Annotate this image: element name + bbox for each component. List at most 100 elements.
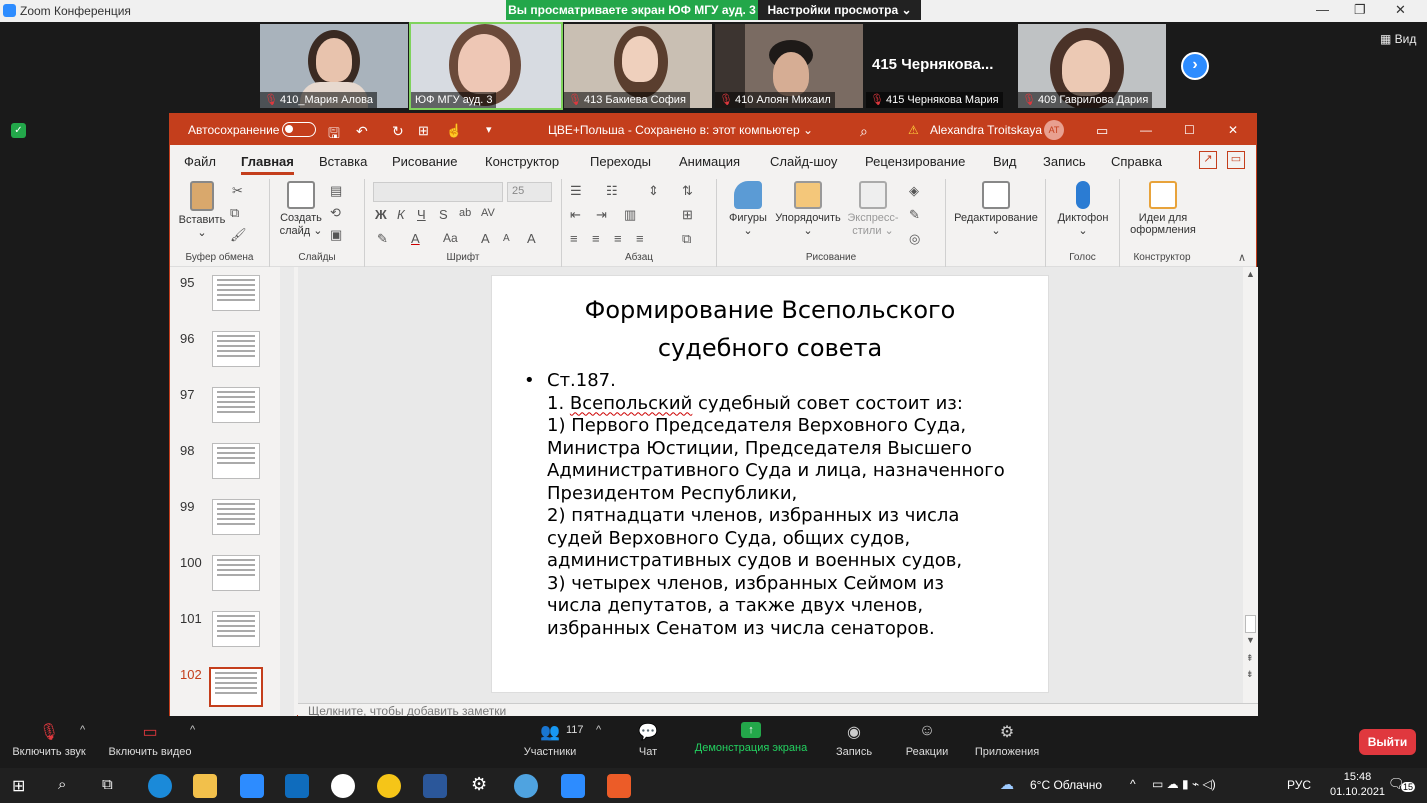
cut-icon[interactable]: ✂ — [232, 183, 243, 199]
layout-icon[interactable]: ▤ — [330, 183, 342, 199]
save-icon[interactable]: 🖫 — [328, 123, 340, 147]
notes-pane[interactable]: Щелкните, чтобы добавить заметки — [298, 703, 1258, 717]
settings-icon[interactable]: ⚙ — [471, 774, 487, 795]
align-left-icon[interactable]: ≡ — [570, 231, 578, 246]
justify-icon[interactable]: ≡ — [636, 231, 644, 246]
slide-thumbnail[interactable]: 101 — [176, 611, 286, 661]
presenter-icon[interactable]: ⊞ — [418, 123, 429, 139]
slide-thumbnail[interactable]: 97 — [176, 387, 286, 437]
bullets-icon[interactable]: ☰ — [570, 183, 582, 199]
maximize-icon[interactable]: ☐ — [1184, 123, 1195, 137]
tab-design[interactable]: Конструктор — [485, 154, 559, 169]
shape-outline-icon[interactable]: ✎ — [909, 207, 920, 223]
section-icon[interactable]: ▣ — [330, 227, 342, 243]
slide-thumbnail[interactable]: 96 — [176, 331, 286, 381]
font-size-combo[interactable]: 25 — [507, 182, 552, 202]
share-screen-button[interactable]: ↑ Демонстрация экрана — [690, 716, 812, 754]
shadow-icon[interactable]: ab — [459, 207, 471, 219]
touch-mode-icon[interactable]: ☝ — [446, 123, 462, 139]
align-center-icon[interactable]: ≡ — [592, 231, 600, 246]
slide-thumbnail[interactable]: 99 — [176, 499, 286, 549]
prev-slide-icon[interactable]: ⇞ — [1246, 653, 1254, 664]
tab-file[interactable]: Файл — [184, 154, 216, 169]
start-video-button[interactable]: ▭ Включить видео — [104, 716, 196, 758]
avatar[interactable]: AT — [1044, 120, 1064, 140]
slide-thumbnail[interactable]: 100 — [176, 555, 286, 605]
shape-effects-icon[interactable]: ◎ — [909, 231, 920, 247]
strikethrough-icon[interactable]: S — [439, 207, 448, 222]
shrink-font-icon[interactable]: A — [503, 233, 510, 244]
current-slide[interactable]: Формирование Всепольского судебного сове… — [491, 275, 1049, 693]
tab-insert[interactable]: Вставка — [319, 154, 367, 169]
tab-view[interactable]: Вид — [993, 154, 1017, 169]
video-options-icon[interactable]: ^ — [190, 724, 195, 736]
windows-start-icon[interactable]: ⊞ — [12, 776, 25, 796]
chat-button[interactable]: 💬 Чат — [632, 716, 664, 758]
participant-tile[interactable]: 🎙 409 Гаврилова Дария — [1018, 24, 1166, 108]
slide-scrollbar[interactable]: ▲ ▼ ⇞ ⇟ — [1243, 267, 1258, 703]
scroll-down-icon[interactable]: ▼ — [1246, 635, 1255, 645]
ribbon-display-icon[interactable]: ▭ — [1096, 123, 1108, 139]
dictate-button[interactable]: Диктофон ⌄ — [1052, 181, 1114, 237]
quick-styles-button[interactable]: Экспресс-стили ⌄ — [843, 181, 903, 237]
app-icon[interactable] — [514, 774, 538, 798]
search-icon[interactable]: ⌕ — [58, 776, 66, 793]
zoom-taskbar-icon[interactable] — [561, 774, 585, 798]
tab-home[interactable]: Главная — [241, 154, 294, 175]
apps-button[interactable]: ⚙ Приложения — [970, 716, 1044, 758]
design-ideas-button[interactable]: Идеи для оформления — [1124, 181, 1202, 236]
next-page-button[interactable]: › — [1181, 52, 1209, 80]
arrange-button[interactable]: Упорядочить ⌄ — [773, 181, 843, 237]
edge-icon[interactable] — [148, 774, 172, 798]
autosave-toggle[interactable] — [282, 122, 316, 137]
tray-expand-icon[interactable]: ^ — [1130, 777, 1136, 791]
align-right-icon[interactable]: ≡ — [614, 231, 622, 246]
paste-button[interactable]: Вставить ⌄ — [176, 181, 228, 239]
comments-icon[interactable]: ▭ — [1227, 151, 1245, 169]
share-icon[interactable]: ↗ — [1199, 151, 1217, 169]
search-icon[interactable]: ⌕ — [860, 123, 868, 140]
reset-icon[interactable]: ⟲ — [330, 205, 341, 221]
close-icon[interactable]: ✕ — [1228, 123, 1238, 137]
smartart-icon[interactable]: ⧉ — [682, 231, 691, 247]
char-spacing-icon[interactable]: AV — [481, 207, 495, 219]
participant-tile[interactable]: 415 Чернякова... 🎙 415 Чернякова Мария — [866, 24, 1014, 108]
underline-icon[interactable]: Ч — [417, 207, 426, 222]
highlight-icon[interactable]: ✎ — [377, 231, 388, 247]
minimize-icon[interactable]: — — [1140, 123, 1152, 137]
editing-button[interactable]: Редактирование ⌄ — [950, 181, 1042, 237]
clear-format-icon[interactable]: A — [527, 231, 536, 246]
file-explorer-icon[interactable] — [193, 774, 217, 798]
participants-button[interactable]: 👥 Участники — [518, 716, 582, 758]
shape-fill-icon[interactable]: ◈ — [909, 183, 919, 199]
increase-indent-icon[interactable]: ⇥ — [596, 207, 607, 223]
next-slide-icon[interactable]: ⇟ — [1246, 669, 1254, 680]
unmute-button[interactable]: 🎙 Включить звук — [6, 716, 92, 758]
thumbnail-scrollbar[interactable] — [280, 267, 294, 716]
weather-text[interactable]: 6°C Облачно — [1030, 778, 1102, 792]
change-case-icon[interactable]: Aa — [443, 231, 458, 245]
text-direction-icon[interactable]: ⇅ — [682, 183, 693, 199]
collapse-ribbon-icon[interactable]: ∧ — [1238, 251, 1246, 264]
copy-icon[interactable]: ⧉ — [230, 205, 239, 221]
participant-tile[interactable]: 🎙 413 Бакиева София — [564, 24, 712, 108]
clock[interactable]: 15:48 01.10.2021 — [1330, 770, 1385, 800]
tab-transitions[interactable]: Переходы — [590, 154, 651, 169]
shapes-button[interactable]: Фигуры ⌄ — [723, 181, 773, 237]
new-slide-button[interactable]: Создать слайд ⌄ — [276, 181, 326, 237]
yandex-browser-icon[interactable] — [331, 774, 355, 798]
slide-thumbnail[interactable]: 95 — [176, 275, 286, 325]
format-painter-icon[interactable]: 🖌 — [230, 227, 247, 243]
record-button[interactable]: ◉ Запись — [832, 716, 876, 758]
tray-icons[interactable]: ▭ ☁ ▮ ⌁ ◁) — [1152, 777, 1216, 791]
todo-icon[interactable] — [240, 774, 264, 798]
task-view-icon[interactable]: ⧉ — [102, 776, 113, 793]
font-name-combo[interactable] — [373, 182, 503, 202]
user-name[interactable]: Alexandra Troitskaya — [930, 123, 1042, 137]
view-mode-button[interactable]: ▦ Вид — [1380, 32, 1416, 46]
numbering-icon[interactable]: ☷ — [606, 183, 618, 199]
participants-options-icon[interactable]: ^ — [596, 724, 601, 736]
slide-title[interactable]: Формирование Всепольского судебного сове… — [492, 291, 1048, 367]
undo-icon[interactable]: ↶ — [356, 123, 368, 140]
bold-icon[interactable]: Ж — [375, 207, 387, 222]
